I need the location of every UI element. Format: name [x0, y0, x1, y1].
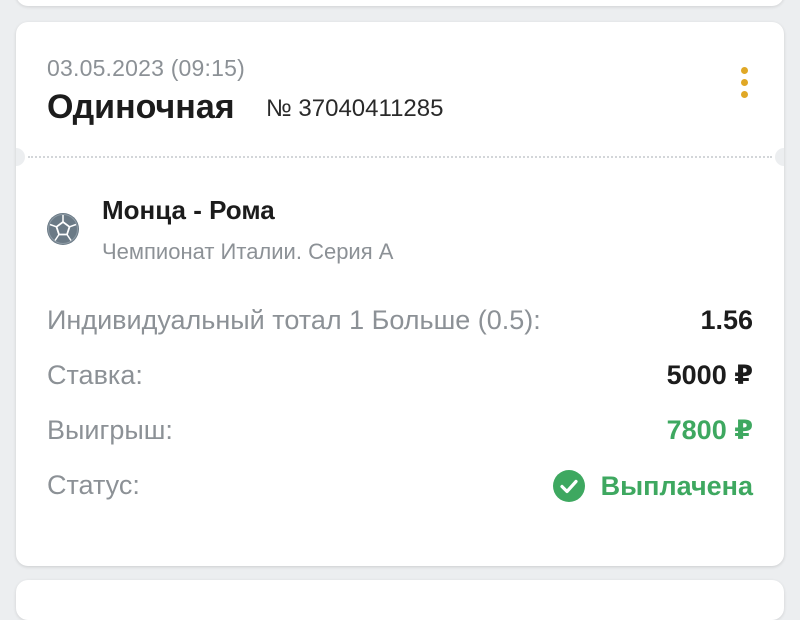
next-bet-card[interactable] [16, 580, 784, 620]
odds-value: 1.56 [700, 305, 753, 335]
bet-type: Одиночная [47, 88, 235, 126]
status-badge: Выплачена [552, 470, 753, 502]
ticket-divider [28, 156, 772, 158]
stake-label: Ставка: [47, 360, 143, 390]
stake-row: Ставка: 5000 ₽ [47, 360, 753, 400]
menu-dot [741, 79, 748, 86]
league-name: Чемпионат Италии. Серия А [102, 239, 394, 264]
status-label: Статус: [47, 470, 140, 500]
market-label: Индивидуальный тотал 1 Больше (0.5): [47, 305, 541, 335]
stake-value: 5000 ₽ [666, 360, 753, 390]
bet-number: № 37040411285 [266, 95, 444, 122]
status-row: Статус: Выплачена [47, 470, 753, 510]
match-title: Монца - Рома [102, 195, 275, 225]
market-row: Индивидуальный тотал 1 Больше (0.5): 1.5… [47, 305, 753, 345]
football-ball-icon [47, 213, 79, 245]
ticket-notch-right [775, 148, 784, 166]
win-value: 7800 ₽ [666, 415, 753, 445]
bet-date: 03.05.2023 (09:15) [47, 55, 245, 81]
bet-card[interactable]: 03.05.2023 (09:15) Одиночная № 370404112… [16, 22, 784, 566]
menu-dot [741, 67, 748, 74]
more-options-button[interactable] [732, 65, 758, 103]
win-label: Выигрыш: [47, 415, 173, 445]
status-value: Выплачена [600, 470, 753, 501]
win-row: Выигрыш: 7800 ₽ [47, 415, 753, 455]
previous-bet-card[interactable] [16, 0, 784, 6]
check-circle-icon [552, 470, 585, 502]
ticket-notch-left [16, 148, 25, 166]
menu-dot [741, 91, 748, 98]
